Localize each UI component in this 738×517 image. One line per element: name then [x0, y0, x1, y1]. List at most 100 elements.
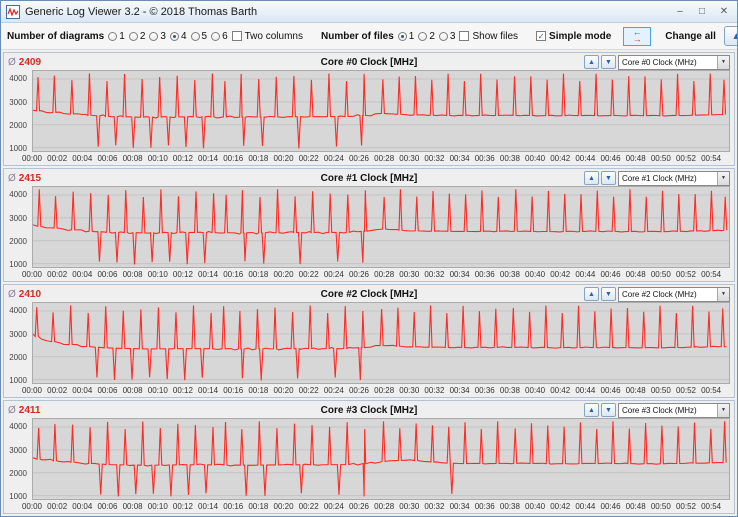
channel-select[interactable]: Core #3 Clock (MHz) ▼ [618, 402, 730, 418]
channel-select[interactable]: Core #1 Clock (MHz) ▼ [618, 170, 730, 186]
files-radio-3[interactable]: 3 [438, 31, 455, 42]
avg-symbol: Ø [8, 288, 16, 300]
x-tick-label: 00:54 [701, 502, 722, 511]
move-chart-down-button[interactable]: ▼ [601, 403, 616, 417]
avg-value: 2415 [18, 172, 42, 184]
files-radio-2[interactable]: 2 [418, 31, 435, 42]
up-arrow-icon: ▲ [588, 406, 595, 414]
y-tick-label: 1000 [9, 492, 27, 502]
move-chart-up-button[interactable]: ▲ [584, 55, 599, 69]
panel-controls: ▲ ▼ Core #3 Clock (MHz) ▼ [584, 402, 730, 418]
average-readout: Ø 2410 [8, 289, 41, 300]
series-line [33, 189, 727, 264]
x-tick-label: 00:42 [550, 270, 571, 279]
up-arrow-icon: ▲ [588, 58, 595, 66]
y-tick-label: 1000 [9, 260, 27, 270]
x-tick-label: 00:16 [223, 386, 244, 395]
plot-area-core2[interactable] [32, 302, 730, 384]
y-tick-label: 1000 [9, 376, 27, 386]
x-tick-label: 00:02 [47, 154, 68, 163]
simple-mode-checkbox[interactable]: ✓ Simple mode [536, 31, 615, 42]
x-tick-label: 00:54 [701, 270, 722, 279]
radio-icon [211, 31, 221, 41]
two-columns-checkbox[interactable]: Two columns [231, 31, 303, 42]
move-chart-down-button[interactable]: ▼ [601, 171, 616, 185]
x-tick-label: 00:14 [198, 386, 219, 395]
y-tick-label: 2000 [9, 121, 27, 131]
minimize-button[interactable]: – [672, 6, 688, 17]
up-arrow-icon: ▲ [731, 31, 737, 42]
x-tick-label: 00:14 [198, 502, 219, 511]
show-files-checkbox[interactable]: Show files [459, 31, 518, 42]
app-icon [6, 4, 20, 19]
simple-mode-group: ✓ Simple mode ← → [536, 26, 652, 46]
x-tick-label: 00:40 [525, 502, 546, 511]
x-tick-label: 00:46 [600, 154, 621, 163]
radio-label: 2 [429, 30, 435, 42]
x-tick-label: 00:40 [525, 386, 546, 395]
x-tick-label: 00:28 [374, 154, 395, 163]
diagrams-radio-4[interactable]: 4 [169, 30, 187, 42]
x-tick-label: 00:34 [449, 502, 470, 511]
y-tick-label: 2000 [9, 469, 27, 479]
plot-area-core3[interactable] [32, 418, 730, 500]
change-all-up-button[interactable]: ▲ [723, 26, 737, 46]
x-tick-label: 00:44 [575, 502, 596, 511]
title-bar[interactable]: Generic Log Viewer 3.2 - © 2018 Thomas B… [1, 1, 737, 23]
panel-header: Ø 2411 Core #3 Clock [MHz] ▲ ▼ Core #3 Cl… [4, 402, 734, 418]
x-tick-label: 00:40 [525, 270, 546, 279]
x-tick-label: 00:52 [675, 502, 696, 511]
chart-panel-core3: Ø 2411 Core #3 Clock [MHz] ▲ ▼ Core #3 Cl… [3, 400, 735, 514]
series-line [33, 421, 726, 496]
x-tick-label: 00:22 [298, 502, 319, 511]
move-chart-up-button[interactable]: ▲ [584, 171, 599, 185]
move-chart-down-button[interactable]: ▼ [601, 55, 616, 69]
diagrams-radio-5[interactable]: 5 [190, 31, 207, 42]
plot-area-core0[interactable] [32, 70, 730, 152]
diagrams-radio-2[interactable]: 2 [128, 30, 146, 42]
x-tick-label: 00:10 [147, 270, 168, 279]
x-tick-label: 00:22 [298, 154, 319, 163]
x-tick-label: 00:04 [72, 386, 93, 395]
checkbox-icon [459, 31, 470, 41]
move-chart-up-button[interactable]: ▲ [584, 287, 599, 301]
diagrams-radio-3[interactable]: 3 [149, 31, 166, 42]
y-axis-labels: 4000 3000 2000 1000 [6, 186, 30, 270]
y-tick-label: 3000 [9, 97, 27, 107]
x-tick-label: 00:18 [248, 386, 269, 395]
channel-select[interactable]: Core #0 Clock (MHz) ▼ [618, 54, 730, 70]
move-chart-down-button[interactable]: ▼ [601, 287, 616, 301]
channel-select[interactable]: Core #2 Clock (MHz) ▼ [618, 286, 730, 302]
simple-mode-toggle-button[interactable]: ← → [623, 26, 652, 46]
y-tick-label: 4000 [9, 422, 27, 432]
x-tick-label: 00:48 [625, 270, 646, 279]
x-tick-label: 00:20 [273, 502, 294, 511]
plot-area-core1[interactable] [32, 186, 730, 268]
panel-header: Ø 2415 Core #1 Clock [MHz] ▲ ▼ Core #1 Cl… [4, 170, 734, 186]
diagrams-radio-1[interactable]: 1 [108, 31, 125, 42]
x-tick-label: 00:18 [248, 154, 269, 163]
x-tick-label: 00:32 [424, 502, 445, 511]
close-button[interactable]: ✕ [716, 6, 732, 17]
maximize-button[interactable]: □ [694, 6, 710, 17]
series-line [33, 73, 726, 148]
radio-label: 4 [180, 30, 187, 42]
up-arrow-icon: ▲ [588, 174, 595, 182]
x-tick-label: 00:24 [323, 270, 344, 279]
channel-select-value: Core #0 Clock (MHz) [622, 57, 697, 67]
x-tick-label: 00:06 [97, 154, 118, 163]
x-tick-label: 00:32 [424, 386, 445, 395]
radio-label: 2 [139, 30, 146, 42]
x-tick-label: 00:02 [47, 386, 68, 395]
files-radio-1[interactable]: 1 [397, 31, 414, 42]
move-chart-up-button[interactable]: ▲ [584, 403, 599, 417]
x-tick-label: 00:10 [147, 154, 168, 163]
x-tick-label: 00:12 [172, 502, 193, 511]
x-tick-label: 00:12 [172, 270, 193, 279]
change-all-group: Change all ▲ ▼ [665, 26, 737, 46]
charts-area: Ø 2409 Core #0 Clock [MHz] ▲ ▼ Core #0 Cl… [1, 50, 737, 514]
chart-panel-core2: Ø 2410 Core #2 Clock [MHz] ▲ ▼ Core #2 Cl… [3, 284, 735, 398]
y-tick-label: 3000 [9, 445, 27, 455]
diagrams-radio-6[interactable]: 6 [211, 31, 228, 42]
radio-icon [128, 31, 138, 41]
